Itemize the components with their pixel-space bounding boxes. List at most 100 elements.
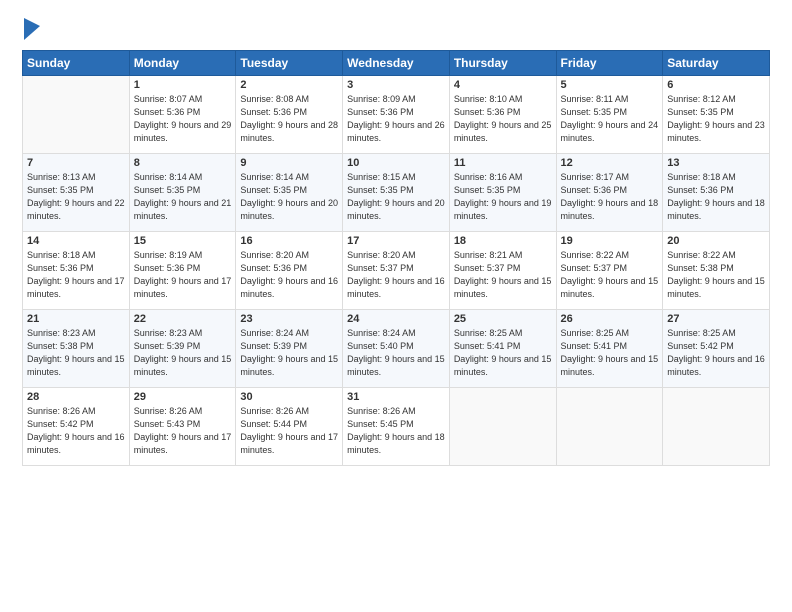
weekday-header-monday: Monday [129, 51, 236, 76]
calendar-cell [663, 388, 770, 466]
day-number: 18 [454, 235, 552, 247]
day-info: Sunrise: 8:16 AMSunset: 5:35 PMDaylight:… [454, 171, 552, 223]
calendar-cell: 20Sunrise: 8:22 AMSunset: 5:38 PMDayligh… [663, 232, 770, 310]
calendar-cell: 13 Sunrise: 8:18 AMSunset: 5:36 PMDayligh… [663, 154, 770, 232]
day-info: Sunrise: 8:23 AMSunset: 5:38 PMDaylight:… [27, 327, 125, 379]
day-info: Sunrise: 8:10 AMSunset: 5:36 PMDaylight:… [454, 93, 552, 145]
day-info: Sunrise: 8:23 AMSunset: 5:39 PMDaylight:… [134, 327, 232, 379]
calendar-cell: 25Sunrise: 8:25 AMSunset: 5:41 PMDayligh… [449, 310, 556, 388]
day-number: 15 [134, 235, 232, 247]
day-number: 2 [240, 79, 338, 91]
day-number: 24 [347, 313, 445, 325]
day-number: 26 [561, 313, 659, 325]
day-info: Sunrise: 8:15 AMSunset: 5:35 PMDaylight:… [347, 171, 445, 223]
calendar-cell [556, 388, 663, 466]
day-info: Sunrise: 8:07 AMSunset: 5:36 PMDaylight:… [134, 93, 232, 145]
day-info: Sunrise: 8:22 AMSunset: 5:37 PMDaylight:… [561, 249, 659, 301]
calendar-cell: 19 Sunrise: 8:22 AMSunset: 5:37 PMDayligh… [556, 232, 663, 310]
calendar-cell: 17 Sunrise: 8:20 AMSunset: 5:37 PMDayligh… [343, 232, 450, 310]
calendar-cell: 6 Sunrise: 8:12 AMSunset: 5:35 PMDaylight… [663, 76, 770, 154]
day-number: 11 [454, 157, 552, 169]
day-number: 19 [561, 235, 659, 247]
calendar-cell: 16Sunrise: 8:20 AMSunset: 5:36 PMDayligh… [236, 232, 343, 310]
weekday-header-sunday: Sunday [23, 51, 130, 76]
calendar-cell: 10 Sunrise: 8:15 AMSunset: 5:35 PMDayligh… [343, 154, 450, 232]
day-info: Sunrise: 8:25 AMSunset: 5:42 PMDaylight:… [667, 327, 765, 379]
calendar-cell: 31Sunrise: 8:26 AMSunset: 5:45 PMDayligh… [343, 388, 450, 466]
day-number: 21 [27, 313, 125, 325]
day-number: 9 [240, 157, 338, 169]
calendar-cell: 4 Sunrise: 8:10 AMSunset: 5:36 PMDaylight… [449, 76, 556, 154]
day-number: 13 [667, 157, 765, 169]
calendar-cell: 9 Sunrise: 8:14 AMSunset: 5:35 PMDaylight… [236, 154, 343, 232]
calendar-cell: 18Sunrise: 8:21 AMSunset: 5:37 PMDayligh… [449, 232, 556, 310]
day-info: Sunrise: 8:20 AMSunset: 5:37 PMDaylight:… [347, 249, 445, 301]
day-info: Sunrise: 8:14 AMSunset: 5:35 PMDaylight:… [134, 171, 232, 223]
calendar-cell: 28 Sunrise: 8:26 AMSunset: 5:42 PMDayligh… [23, 388, 130, 466]
day-number: 17 [347, 235, 445, 247]
day-number: 28 [27, 391, 125, 403]
day-number: 30 [240, 391, 338, 403]
calendar-cell: 5Sunrise: 8:11 AMSunset: 5:35 PMDaylight… [556, 76, 663, 154]
weekday-header-tuesday: Tuesday [236, 51, 343, 76]
calendar-cell: 15 Sunrise: 8:19 AMSunset: 5:36 PMDayligh… [129, 232, 236, 310]
day-info: Sunrise: 8:18 AMSunset: 5:36 PMDaylight:… [667, 171, 765, 223]
calendar-cell: 11 Sunrise: 8:16 AMSunset: 5:35 PMDayligh… [449, 154, 556, 232]
logo [22, 18, 40, 40]
day-number: 7 [27, 157, 125, 169]
day-info: Sunrise: 8:14 AMSunset: 5:35 PMDaylight:… [240, 171, 338, 223]
day-number: 27 [667, 313, 765, 325]
weekday-header-wednesday: Wednesday [343, 51, 450, 76]
day-number: 3 [347, 79, 445, 91]
day-number: 16 [240, 235, 338, 247]
weekday-header-row: SundayMondayTuesdayWednesdayThursdayFrid… [23, 51, 770, 76]
calendar-cell: 27 Sunrise: 8:25 AMSunset: 5:42 PMDayligh… [663, 310, 770, 388]
calendar-cell: 26 Sunrise: 8:25 AMSunset: 5:41 PMDayligh… [556, 310, 663, 388]
calendar-cell: 1 Sunrise: 8:07 AMSunset: 5:36 PMDaylight… [129, 76, 236, 154]
calendar-cell: 12 Sunrise: 8:17 AMSunset: 5:36 PMDayligh… [556, 154, 663, 232]
day-number: 12 [561, 157, 659, 169]
day-number: 29 [134, 391, 232, 403]
day-number: 22 [134, 313, 232, 325]
calendar-week-row: 21 Sunrise: 8:23 AMSunset: 5:38 PMDayligh… [23, 310, 770, 388]
day-info: Sunrise: 8:12 AMSunset: 5:35 PMDaylight:… [667, 93, 765, 145]
calendar-cell: 23Sunrise: 8:24 AMSunset: 5:39 PMDayligh… [236, 310, 343, 388]
calendar-cell [23, 76, 130, 154]
calendar-week-row: 7Sunrise: 8:13 AMSunset: 5:35 PMDaylight… [23, 154, 770, 232]
day-number: 31 [347, 391, 445, 403]
calendar-cell: 14Sunrise: 8:18 AMSunset: 5:36 PMDayligh… [23, 232, 130, 310]
weekday-header-thursday: Thursday [449, 51, 556, 76]
day-info: Sunrise: 8:25 AMSunset: 5:41 PMDaylight:… [454, 327, 552, 379]
weekday-header-saturday: Saturday [663, 51, 770, 76]
day-info: Sunrise: 8:26 AMSunset: 5:44 PMDaylight:… [240, 405, 338, 457]
day-number: 1 [134, 79, 232, 91]
day-info: Sunrise: 8:26 AMSunset: 5:42 PMDaylight:… [27, 405, 125, 457]
day-info: Sunrise: 8:08 AMSunset: 5:36 PMDaylight:… [240, 93, 338, 145]
day-number: 6 [667, 79, 765, 91]
day-info: Sunrise: 8:24 AMSunset: 5:40 PMDaylight:… [347, 327, 445, 379]
calendar-cell: 8 Sunrise: 8:14 AMSunset: 5:35 PMDaylight… [129, 154, 236, 232]
calendar-week-row: 14Sunrise: 8:18 AMSunset: 5:36 PMDayligh… [23, 232, 770, 310]
day-info: Sunrise: 8:24 AMSunset: 5:39 PMDaylight:… [240, 327, 338, 379]
logo-icon [24, 18, 40, 40]
calendar-cell: 30 Sunrise: 8:26 AMSunset: 5:44 PMDayligh… [236, 388, 343, 466]
day-info: Sunrise: 8:25 AMSunset: 5:41 PMDaylight:… [561, 327, 659, 379]
calendar-week-row: 28 Sunrise: 8:26 AMSunset: 5:42 PMDayligh… [23, 388, 770, 466]
day-number: 8 [134, 157, 232, 169]
day-number: 5 [561, 79, 659, 91]
calendar-cell: 29 Sunrise: 8:26 AMSunset: 5:43 PMDayligh… [129, 388, 236, 466]
page: SundayMondayTuesdayWednesdayThursdayFrid… [0, 0, 792, 612]
day-number: 10 [347, 157, 445, 169]
day-info: Sunrise: 8:17 AMSunset: 5:36 PMDaylight:… [561, 171, 659, 223]
day-number: 4 [454, 79, 552, 91]
day-number: 14 [27, 235, 125, 247]
day-info: Sunrise: 8:26 AMSunset: 5:43 PMDaylight:… [134, 405, 232, 457]
day-info: Sunrise: 8:19 AMSunset: 5:36 PMDaylight:… [134, 249, 232, 301]
header [22, 18, 770, 40]
calendar-cell [449, 388, 556, 466]
day-info: Sunrise: 8:22 AMSunset: 5:38 PMDaylight:… [667, 249, 765, 301]
calendar-cell: 7Sunrise: 8:13 AMSunset: 5:35 PMDaylight… [23, 154, 130, 232]
calendar-cell: 22 Sunrise: 8:23 AMSunset: 5:39 PMDayligh… [129, 310, 236, 388]
weekday-header-friday: Friday [556, 51, 663, 76]
calendar-cell: 24 Sunrise: 8:24 AMSunset: 5:40 PMDayligh… [343, 310, 450, 388]
